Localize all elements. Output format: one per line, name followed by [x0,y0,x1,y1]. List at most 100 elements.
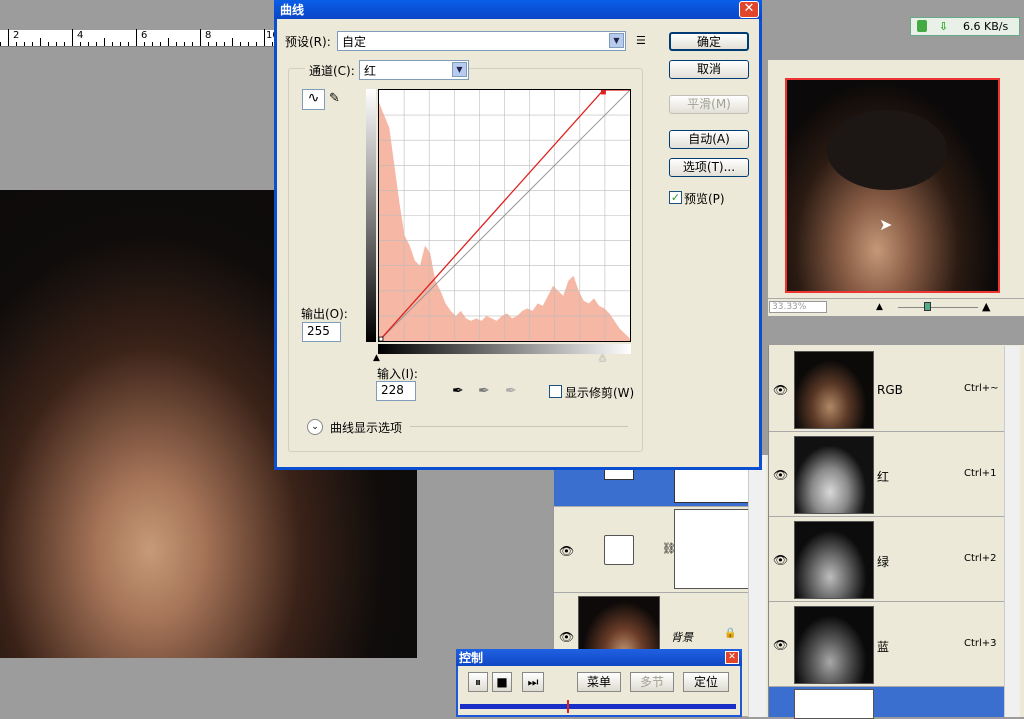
close-button[interactable]: ✕ [725,651,739,664]
curve-graph[interactable] [378,89,631,342]
channel-select[interactable]: 红 ▼ [359,60,469,80]
channel-name: RGB [877,383,903,397]
eye-icon[interactable]: 👁 [773,553,789,567]
curve-display-options-label[interactable]: 曲线显示选项 [330,419,402,436]
eye-icon[interactable]: 👁 [773,468,789,482]
channel-row-green[interactable]: 👁 绿 Ctrl+2 [769,517,1005,602]
eye-icon[interactable]: 👁 [773,638,789,652]
channel-shortcut: Ctrl+3 [964,638,997,649]
zoom-in-icon[interactable]: ▲ [982,300,990,313]
ruler-tick [88,42,89,46]
auto-button[interactable]: 自动(A) [669,130,749,149]
channel-shortcut: Ctrl+~ [964,383,999,394]
ruler-tick [120,42,121,46]
close-button[interactable]: ✕ [739,1,759,18]
channel-row-red[interactable]: 👁 红 Ctrl+1 [769,432,1005,517]
channel-row-selected[interactable] [769,687,1005,719]
show-clipping-checkbox[interactable] [549,385,562,398]
pencil-icon[interactable]: ✎ [329,91,340,106]
ruler-tick [216,42,217,46]
eye-icon[interactable]: 👁 [559,544,574,558]
channel-row-blue[interactable]: 👁 蓝 Ctrl+3 [769,602,1005,687]
ruler-tick [96,42,97,46]
ruler-tick [232,38,233,46]
ruler-tick [136,29,137,46]
ruler-tick [256,42,257,46]
preset-select[interactable]: 自定 ▼ [337,31,626,51]
ruler-tick [152,42,153,46]
input-label: 输入(I): [377,367,418,381]
ruler-tick [48,42,49,46]
ruler-tick [80,42,81,46]
gray-eyedropper-icon[interactable]: ✒ [478,383,490,399]
eye-icon[interactable]: 👁 [559,630,574,644]
preset-label: 预设(R): [285,35,331,49]
preview-checkbox[interactable]: ✓ [669,191,682,204]
input-field[interactable]: 228 [376,381,416,401]
ruler-label: 4 [77,30,84,41]
ruler-tick [240,42,241,46]
white-eyedropper-icon[interactable]: ✒ [505,383,517,399]
smooth-button[interactable]: 平滑(M) [669,95,749,114]
ruler-tick [128,42,129,46]
ruler-tick [192,42,193,46]
zoom-field[interactable]: 33.33% [769,301,827,313]
options-button[interactable]: 选项(T)... [669,158,749,177]
ruler-tick [224,42,225,46]
ruler-tick [200,29,201,46]
locate-button[interactable]: 定位 [683,672,729,692]
channel-name: 蓝 [877,640,890,654]
cancel-button[interactable]: 取消 [669,60,749,79]
network-speed: 6.6 KB/s [963,20,1009,33]
stop-button[interactable]: ■ [492,672,512,692]
channels-scrollbar[interactable] [1004,346,1020,717]
layers-scrollbar[interactable] [748,455,766,717]
output-field[interactable]: 255 [302,322,341,342]
expand-icon[interactable]: ⌄ [307,419,323,435]
multi-section-button[interactable]: 多节 [630,672,674,692]
lock-icon: 🔒 [724,628,737,639]
output-gradient [366,89,376,342]
ok-button[interactable]: 确定 [669,32,749,51]
navigator-thumbnail[interactable]: ➤ [785,78,1000,293]
preset-options-icon[interactable]: ☰ [636,34,646,47]
progress-track[interactable] [460,704,736,709]
ruler-tick [264,29,265,46]
download-icon: ⇩ [939,20,949,33]
curve-tool-icon[interactable]: ∿ [302,89,325,110]
channel-name: 绿 [877,555,890,569]
black-eyedropper-icon[interactable]: ✒ [452,383,464,399]
ruler-tick [24,42,25,46]
curve-point-selected[interactable] [600,90,606,95]
ruler-label: 2 [13,30,20,41]
menu-button[interactable]: 菜单 [577,672,621,692]
ruler-tick [64,42,65,46]
preset-value: 自定 [342,35,367,49]
channel-thumbnail [794,521,874,599]
zoom-out-icon[interactable]: ▲ [876,302,883,312]
channel-shortcut: Ctrl+1 [964,468,997,479]
progress-marker[interactable] [567,700,569,713]
chevron-down-icon: ▼ [452,62,467,77]
adjustment-layer-icon [604,535,634,565]
ruler-tick [160,42,161,46]
layer-row[interactable]: 👁 ⛓ [554,507,750,593]
zoom-slider-handle[interactable] [924,302,931,311]
ruler-tick [272,42,273,46]
black-point-slider[interactable]: ▲ [373,353,380,363]
channel-row-rgb[interactable]: 👁 RGB Ctrl+~ [769,347,1005,432]
eye-icon[interactable]: 👁 [773,383,789,397]
pause-button[interactable]: ⏸ [468,672,488,692]
input-gradient [378,344,631,354]
cursor-icon: ➤ [879,215,893,234]
ruler-tick [56,42,57,46]
ruler-tick [176,42,177,46]
upload-icon [917,20,927,32]
white-point-slider[interactable]: △ [599,353,606,363]
layer-mask-thumbnail [674,509,749,589]
next-button[interactable]: ⏭ [522,672,544,692]
ruler-tick [112,42,113,46]
curve-point-start[interactable] [379,336,384,341]
dialog-title: 曲线 [274,0,762,19]
ruler-tick [16,42,17,46]
